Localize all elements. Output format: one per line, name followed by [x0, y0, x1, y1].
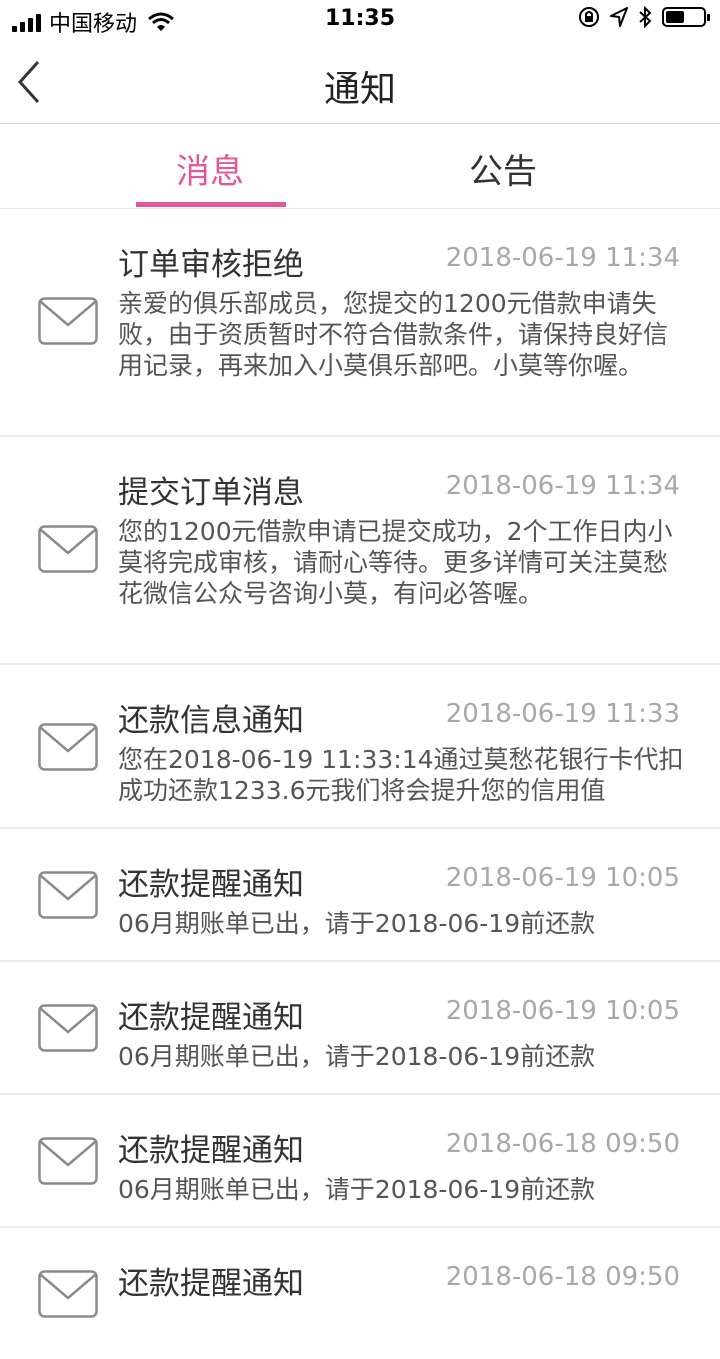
list-item[interactable]: 还款提醒通知 2018-06-19 10:05 06月期账单已出，请于2018-…: [0, 962, 720, 1095]
message-title: 还款提醒通知: [118, 1133, 304, 1169]
list-item[interactable]: 还款提醒通知 2018-06-19 10:05 06月期账单已出，请于2018-…: [0, 829, 720, 962]
message-time: 2018-06-18 09:50: [445, 1129, 680, 1159]
envelope-icon: [38, 1137, 98, 1185]
envelope-icon: [38, 1270, 98, 1318]
envelope-icon: [38, 1004, 98, 1052]
active-tab-indicator: [136, 202, 286, 207]
orientation-lock-icon: [579, 7, 599, 27]
message-body: 06月期账单已出，请于2018-06-19前还款: [118, 909, 596, 938]
tab-announcements[interactable]: 公告: [428, 144, 578, 193]
message-time: 2018-06-19 11:34: [445, 243, 680, 273]
bluetooth-icon: [639, 6, 652, 28]
battery-icon: [662, 7, 710, 27]
list-item[interactable]: 订单审核拒绝 2018-06-19 11:34 亲爱的俱乐部成员，您提交的120…: [0, 209, 720, 437]
envelope-icon: [38, 871, 98, 919]
message-body: 亲爱的俱乐部成员，您提交的1200元借款申请失败，由于资质暂时不符合借款条件，请…: [118, 289, 669, 380]
message-body: 06月期账单已出，请于2018-06-19前还款: [118, 1042, 596, 1071]
status-right: [578, 6, 710, 28]
location-icon: [610, 7, 628, 27]
tab-bar: 消息 公告: [0, 124, 720, 209]
message-time: 2018-06-19 11:33: [445, 699, 680, 729]
message-title: 还款提醒通知: [118, 1000, 304, 1036]
navigation-bar: 通知: [0, 40, 720, 124]
message-title: 还款信息通知: [118, 703, 304, 739]
list-item[interactable]: 提交订单消息 2018-06-19 11:34 您的1200元借款申请已提交成功…: [0, 437, 720, 665]
tab-messages[interactable]: 消息: [135, 144, 285, 193]
message-list: 订单审核拒绝 2018-06-19 11:34 亲爱的俱乐部成员，您提交的120…: [0, 209, 720, 1359]
list-item[interactable]: 还款提醒通知 2018-06-18 09:50 06月期账单已出，请于2018-…: [0, 1095, 720, 1228]
message-body: 您在2018-06-19 11:33:14通过莫愁花银行卡代扣成功还款1233.…: [118, 745, 684, 805]
envelope-icon: [38, 525, 98, 573]
list-item[interactable]: 还款提醒通知 2018-06-18 09:50: [0, 1228, 720, 1359]
message-time: 2018-06-19 10:05: [445, 996, 680, 1026]
message-time: 2018-06-19 10:05: [445, 863, 680, 893]
envelope-icon: [38, 297, 98, 345]
envelope-icon: [38, 723, 98, 771]
message-body: 06月期账单已出，请于2018-06-19前还款: [118, 1175, 596, 1204]
message-time: 2018-06-18 09:50: [445, 1262, 680, 1292]
page-title: 通知: [323, 69, 396, 110]
list-item[interactable]: 还款信息通知 2018-06-19 11:33 您在2018-06-19 11:…: [0, 665, 720, 829]
message-title: 还款提醒通知: [118, 1266, 304, 1302]
message-body: 您的1200元借款申请已提交成功，2个工作日内小莫将完成审核，请耐心等待。更多详…: [118, 517, 673, 608]
message-title: 订单审核拒绝: [118, 247, 304, 283]
message-title: 还款提醒通知: [118, 867, 304, 903]
status-bar: 中国移动 11:35: [0, 0, 720, 40]
message-time: 2018-06-19 11:34: [445, 471, 680, 501]
message-title: 提交订单消息: [118, 475, 304, 511]
